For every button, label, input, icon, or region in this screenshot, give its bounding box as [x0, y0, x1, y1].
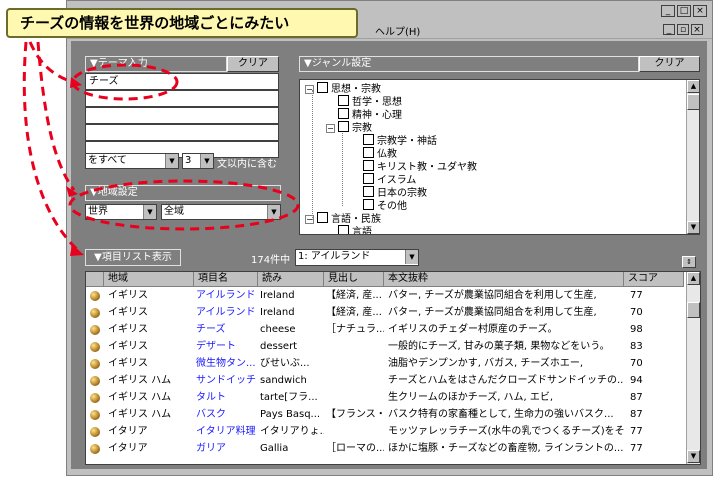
- arrow-head-theme: [70, 77, 82, 88]
- arrow-head-list: [70, 244, 84, 256]
- highlight-region-ellipse: [68, 179, 300, 231]
- instruction-callout: チーズの情報を世界の地域ごとにみたい: [6, 8, 358, 38]
- highlight-theme-ellipse: [71, 63, 179, 101]
- arrow-to-region: [36, 41, 76, 191]
- annotation-marks: [22, 41, 300, 256]
